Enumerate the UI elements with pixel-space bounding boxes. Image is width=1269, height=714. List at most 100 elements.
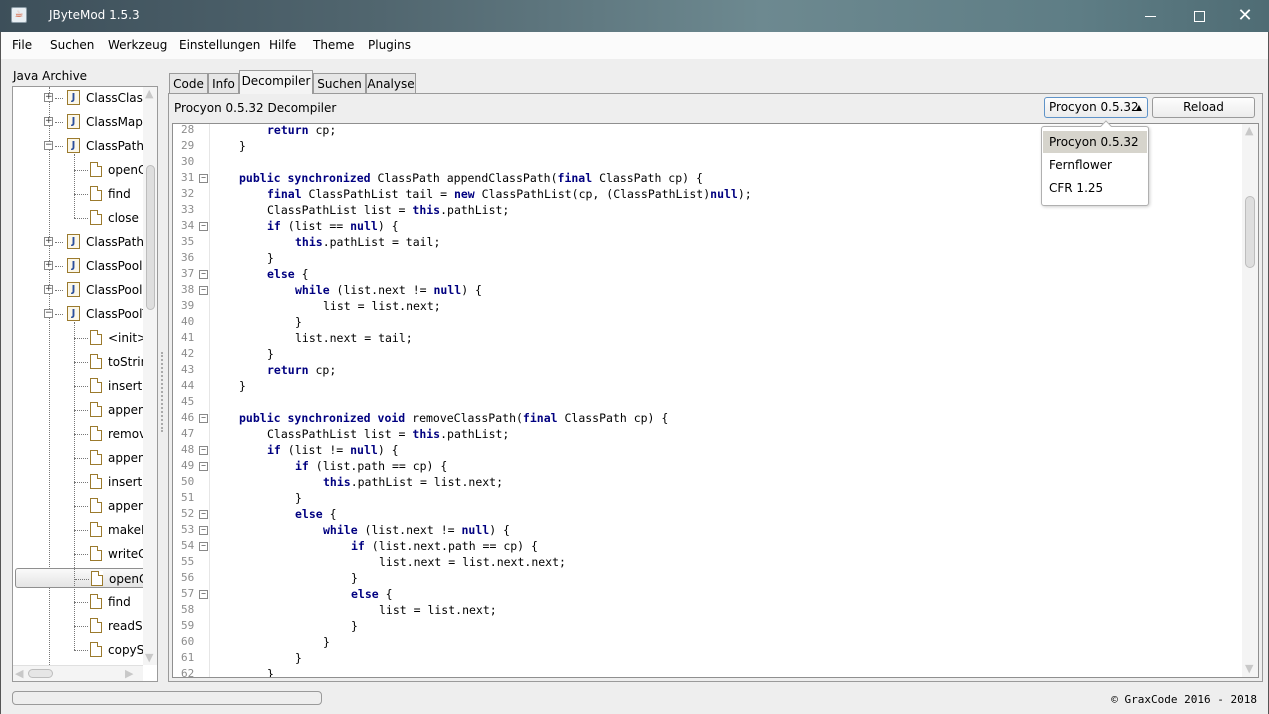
method-file-icon [91,571,103,586]
title-bar: ☕ JByteMod 1.5.3 ✕ [0,0,1269,32]
tree-node-method[interactable]: writeC [13,544,147,564]
tree-node-class[interactable]: − J ClassPath.c [13,136,154,156]
archive-tree[interactable]: + J ClassClassP + J ClassMap.c − J ClassPath.c op… [12,86,158,682]
dropdown-option-fernflower[interactable]: Fernflower [1043,154,1147,176]
code-text: } [295,490,302,506]
method-file-icon [90,498,102,513]
tree-node-method[interactable]: toStrin [13,352,148,372]
editor-scroll-thumb[interactable] [1245,196,1255,268]
close-button[interactable]: ✕ [1222,0,1268,32]
tree-node-method[interactable]: close [13,208,143,228]
tree-node-class[interactable]: + J ClassPathL [13,232,151,252]
expand-icon[interactable]: + [44,93,53,102]
tree-hscroll-thumb[interactable] [28,669,53,678]
maximize-button[interactable] [1176,0,1222,32]
scroll-right-arrow-icon[interactable]: ▶ [125,667,133,680]
fold-collapse-icon[interactable]: − [199,526,208,535]
tree-node-class[interactable]: − J ClassPoolT [13,304,150,324]
menu-theme[interactable]: Theme [313,38,354,52]
expand-icon[interactable]: + [44,261,53,270]
code-token: } [295,651,302,665]
code-text: } [267,346,274,362]
tree-node-method[interactable]: remov [13,424,146,444]
expand-icon[interactable]: + [44,237,53,246]
tree-node-method[interactable]: readSt [13,616,147,636]
code-text: } [295,650,302,666]
fold-collapse-icon[interactable]: − [199,222,208,231]
fold-collapse-icon[interactable]: − [199,286,208,295]
method-file-icon [90,474,102,489]
tree-node-method[interactable]: find [13,592,143,612]
tree-node-class[interactable]: + J ClassPool.c [13,280,153,300]
menu-plugins[interactable]: Plugins [368,38,411,52]
method-file-icon [90,210,102,225]
menu-suchen[interactable]: Suchen [50,38,94,52]
menu-werkzeug[interactable]: Werkzeug [108,38,167,52]
expand-icon[interactable]: + [44,117,53,126]
dropdown-option-procyon[interactable]: Procyon 0.5.32 [1043,131,1147,153]
code-editor[interactable]: 28 return cp; 29} 30 31− public synchronized … [172,123,1259,678]
tree-node-method[interactable]: <init> [13,328,147,348]
scroll-down-arrow-icon[interactable]: ▼ [1245,662,1253,675]
fold-collapse-icon[interactable]: − [199,446,208,455]
collapse-icon[interactable]: − [44,309,53,318]
tree-connector [74,458,88,459]
dropdown-option-cfr[interactable]: CFR 1.25 [1043,177,1147,199]
line-number: 51 [181,491,195,504]
tab-suchen[interactable]: Suchen [313,73,366,94]
editor-vertical-scrollbar[interactable]: ▲ ▼ [1242,124,1258,677]
scroll-up-arrow-icon[interactable]: ▲ [1245,124,1253,137]
minimize-button[interactable] [1127,0,1173,32]
menu-einstellungen[interactable]: Einstellungen [179,38,260,52]
tree-node-method[interactable]: appen [13,448,146,468]
tree-node-class[interactable]: + J ClassMap.c [13,112,153,132]
tree-node-method[interactable]: appen [13,496,146,516]
fold-collapse-icon[interactable]: − [199,270,208,279]
tree-node-class[interactable]: + J ClassPool$ [13,256,150,276]
close-icon: ✕ [1237,5,1253,26]
tree-node-method[interactable]: find [13,184,143,204]
decompiler-select[interactable]: Procyon 0.5.32 ▲ [1044,97,1148,118]
scroll-left-arrow-icon[interactable]: ◀ [15,667,23,680]
menu-file[interactable]: File [12,38,32,52]
tree-vertical-scrollbar[interactable]: ▲ ▼ [143,87,157,665]
keyword-token: new [453,187,475,201]
tree-connector [74,554,88,555]
tree-node-label: openC [108,163,147,177]
menu-hilfe[interactable]: Hilfe [269,38,296,52]
tree-node-method[interactable]: openC [13,160,147,180]
tree-node-method[interactable]: makeP [13,520,148,540]
code-token: } [267,667,274,678]
collapse-icon[interactable]: − [44,141,53,150]
fold-collapse-icon[interactable]: − [199,510,208,519]
fold-collapse-icon[interactable]: − [199,174,208,183]
tree-horizontal-scrollbar[interactable]: ◀ ▶ [13,665,143,681]
line-number: 29 [181,139,195,152]
tree-node-method[interactable]: insertC [13,472,151,492]
tree-node-method[interactable]: openC [15,568,155,588]
scroll-down-arrow-icon[interactable]: ▼ [145,651,153,664]
tab-info[interactable]: Info [208,73,239,94]
keyword-token: null [350,443,378,457]
tree-scroll-thumb[interactable] [146,165,155,310]
tab-decompiler[interactable]: Decompiler [239,70,313,94]
tab-analyse[interactable]: Analyse [366,73,416,94]
fold-collapse-icon[interactable]: − [199,542,208,551]
tree-connector [55,266,63,267]
tree-node-method[interactable]: insertC [13,376,151,396]
expand-icon[interactable]: + [44,285,53,294]
line-number: 32 [181,187,195,200]
fold-collapse-icon[interactable]: − [199,414,208,423]
reload-button[interactable]: Reload [1152,97,1255,118]
tree-node-method[interactable]: copyS [13,640,144,660]
tree-node-method[interactable]: appen [13,400,146,420]
line-number: 52 [181,507,195,520]
fold-collapse-icon[interactable]: − [199,590,208,599]
code-text: } [351,570,358,586]
scroll-up-arrow-icon[interactable]: ▲ [145,87,153,100]
tree-node-class[interactable]: + J ClassClassP [13,88,156,108]
java-class-file-icon: J [67,138,80,153]
split-pane-divider[interactable] [161,352,163,432]
tab-code[interactable]: Code [169,73,208,94]
fold-collapse-icon[interactable]: − [199,462,208,471]
